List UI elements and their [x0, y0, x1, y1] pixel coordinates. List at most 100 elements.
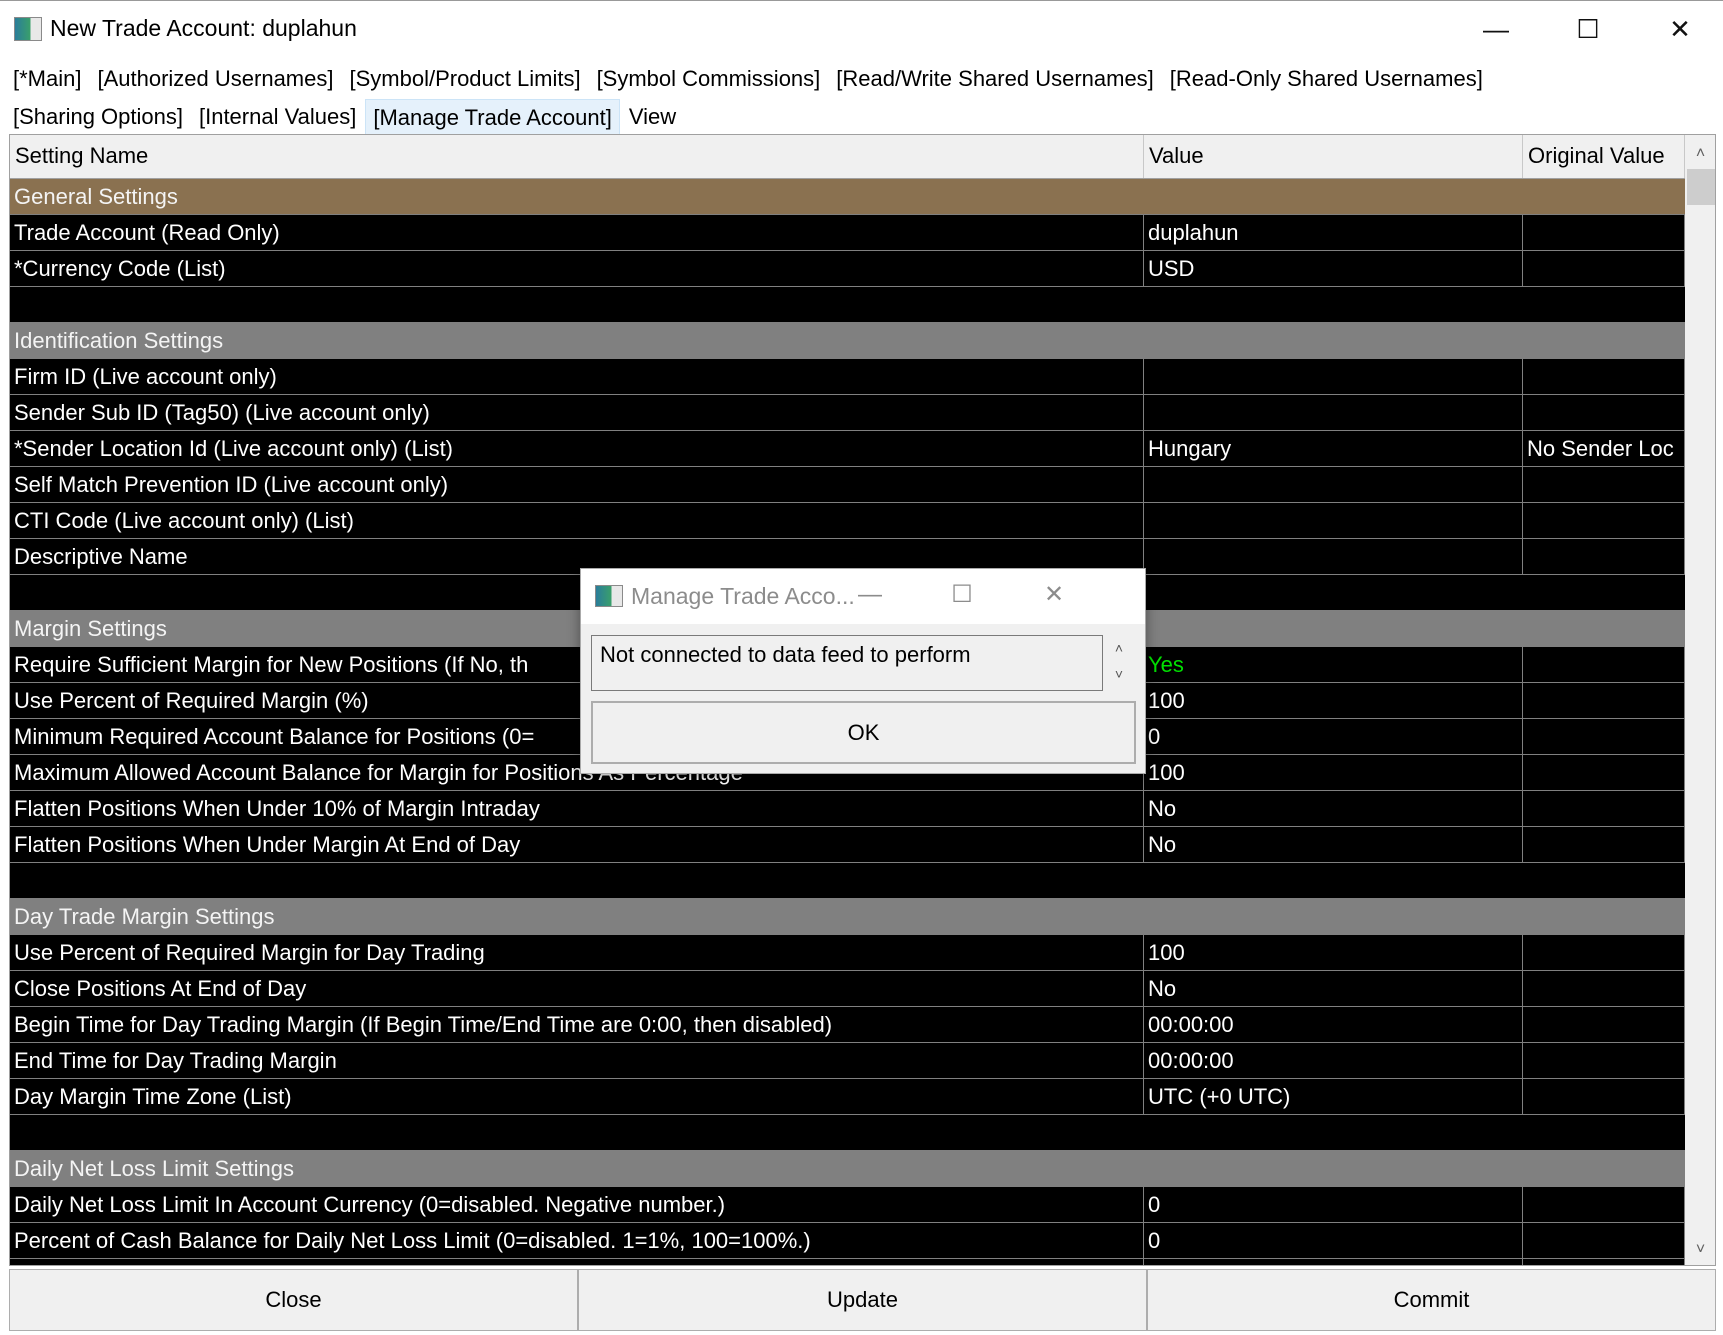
value-cell[interactable]: Hungary [1144, 431, 1523, 466]
original-value-cell [1523, 395, 1685, 430]
section-header[interactable]: Daily Net Loss Limit Settings [10, 1151, 1685, 1187]
value-cell[interactable]: 00:00:00 [1144, 1043, 1523, 1078]
blank-row [10, 287, 1685, 323]
blank-row [10, 863, 1685, 899]
column-header-original-value[interactable]: Original Value [1523, 135, 1685, 178]
setting-name-cell: Firm ID (Live account only) [10, 359, 1144, 394]
column-header-setting-name[interactable]: Setting Name [10, 135, 1144, 178]
value-cell[interactable]: No [1144, 791, 1523, 826]
value-cell[interactable]: 00:00:00 [1144, 1007, 1523, 1042]
dialog-minimize-button[interactable]: — [845, 577, 895, 613]
value-cell[interactable]: USD [1144, 251, 1523, 286]
table-row[interactable]: Trade Account (Read Only) duplahun [10, 215, 1685, 251]
value-cell[interactable]: No [1144, 827, 1523, 862]
dialog-title-bar: Manage Trade Acco... — ☐ ✕ [581, 569, 1145, 624]
setting-name-cell: Sender Sub ID (Tag50) (Live account only… [10, 395, 1144, 430]
dialog-close-button[interactable]: ✕ [1029, 577, 1079, 613]
blank-row [10, 1115, 1685, 1151]
tab-main[interactable]: [*Main] [6, 61, 88, 97]
commit-button[interactable]: Commit [1147, 1269, 1716, 1331]
grid-header: Setting Name Value Original Value [10, 135, 1685, 179]
original-value-cell [1523, 1007, 1685, 1042]
tab-row-2: [Sharing Options] [Internal Values] [Manag… [6, 98, 1706, 136]
original-value-cell [1523, 971, 1685, 1006]
value-cell[interactable]: duplahun [1144, 215, 1523, 250]
scroll-down-icon[interactable]: ˅ [1685, 1235, 1715, 1265]
value-cell[interactable]: 0 [1144, 1187, 1523, 1222]
value-cell[interactable]: 100 [1144, 683, 1523, 718]
tab-authorized-usernames[interactable]: [Authorized Usernames] [90, 61, 340, 97]
tab-view[interactable]: View [622, 99, 683, 135]
setting-name-cell: Daily Net Loss Limit In Account Currency… [10, 1187, 1144, 1222]
column-header-value[interactable]: Value [1144, 135, 1523, 178]
scroll-thumb[interactable] [1687, 169, 1715, 205]
ok-button[interactable]: OK [591, 701, 1136, 764]
value-cell[interactable] [1144, 467, 1523, 502]
dialog-maximize-button[interactable]: ☐ [937, 577, 987, 613]
value-cell[interactable]: UTC (+0 UTC) [1144, 1079, 1523, 1114]
table-row[interactable]: Flatten Positions When Under 10% of Marg… [10, 791, 1685, 827]
minimize-button[interactable]: — [1466, 9, 1526, 49]
maximize-button[interactable]: ☐ [1558, 9, 1618, 49]
value-cell[interactable]: 0 [1144, 719, 1523, 754]
vertical-scrollbar[interactable]: ˄ ˅ [1685, 135, 1715, 1265]
table-row[interactable] [10, 1259, 1685, 1265]
table-row[interactable]: CTI Code (Live account only) (List) [10, 503, 1685, 539]
table-row[interactable]: Flatten Positions When Under Margin At E… [10, 827, 1685, 863]
chevron-up-icon[interactable]: ˄ [1109, 635, 1129, 661]
update-button[interactable]: Update [578, 1269, 1147, 1331]
table-row[interactable]: *Currency Code (List) USD [10, 251, 1685, 287]
value-cell[interactable] [1144, 359, 1523, 394]
original-value-cell [1523, 215, 1685, 250]
blank-cell [10, 287, 1685, 322]
original-value-cell [1523, 539, 1685, 574]
setting-name-cell: Flatten Positions When Under Margin At E… [10, 827, 1144, 862]
table-row[interactable]: Use Percent of Required Margin for Day T… [10, 935, 1685, 971]
tab-sharing-options[interactable]: [Sharing Options] [6, 99, 190, 135]
value-cell[interactable] [1144, 503, 1523, 538]
value-cell[interactable] [1144, 1259, 1523, 1265]
table-row[interactable]: Day Margin Time Zone (List) UTC (+0 UTC) [10, 1079, 1685, 1115]
original-value-cell [1523, 647, 1685, 682]
tab-read-write-shared-usernames[interactable]: [Read/Write Shared Usernames] [829, 61, 1161, 97]
value-cell[interactable] [1144, 539, 1523, 574]
original-value-cell [1523, 719, 1685, 754]
table-row[interactable]: Begin Time for Day Trading Margin (If Be… [10, 1007, 1685, 1043]
table-row[interactable]: Sender Sub ID (Tag50) (Live account only… [10, 395, 1685, 431]
setting-name-cell: *Sender Location Id (Live account only) … [10, 431, 1144, 466]
close-button[interactable]: Close [9, 1269, 578, 1331]
tab-symbol-product-limits[interactable]: [Symbol/Product Limits] [342, 61, 587, 97]
table-row[interactable]: *Sender Location Id (Live account only) … [10, 431, 1685, 467]
table-row[interactable]: Close Positions At End of Day No [10, 971, 1685, 1007]
message-scroll[interactable]: ˄ ˅ [1109, 635, 1129, 687]
section-header[interactable]: General Settings [10, 179, 1685, 215]
tab-symbol-commissions[interactable]: [Symbol Commissions] [590, 61, 828, 97]
value-cell[interactable]: No [1144, 971, 1523, 1006]
value-cell[interactable]: 100 [1144, 935, 1523, 970]
scroll-up-icon[interactable]: ˄ [1685, 139, 1715, 169]
value-cell[interactable] [1144, 395, 1523, 430]
chevron-down-icon[interactable]: ˅ [1109, 661, 1129, 687]
original-value-cell [1523, 935, 1685, 970]
setting-name-cell: Use Percent of Required Margin for Day T… [10, 935, 1144, 970]
tab-read-only-shared-usernames[interactable]: [Read-Only Shared Usernames] [1163, 61, 1490, 97]
button-bar: Close Update Commit [9, 1269, 1716, 1331]
manage-trade-account-dialog: Manage Trade Acco... — ☐ ✕ Not connected… [580, 568, 1146, 774]
table-row[interactable]: Firm ID (Live account only) [10, 359, 1685, 395]
table-row[interactable]: End Time for Day Trading Margin 00:00:00 [10, 1043, 1685, 1079]
section-header[interactable]: Identification Settings [10, 323, 1685, 359]
value-cell[interactable]: Yes [1144, 647, 1523, 682]
setting-name-cell: *Currency Code (List) [10, 251, 1144, 286]
section-header[interactable]: Day Trade Margin Settings [10, 899, 1685, 935]
value-cell[interactable]: 100 [1144, 755, 1523, 790]
tab-internal-values[interactable]: [Internal Values] [192, 99, 363, 135]
message-text: Not connected to data feed to perform [591, 635, 1103, 691]
close-window-button[interactable]: ✕ [1650, 9, 1710, 49]
original-value-cell [1523, 503, 1685, 538]
original-value-cell [1523, 1259, 1685, 1265]
tab-manage-trade-account[interactable]: [Manage Trade Account] [365, 99, 620, 135]
table-row[interactable]: Daily Net Loss Limit In Account Currency… [10, 1187, 1685, 1223]
table-row[interactable]: Self Match Prevention ID (Live account o… [10, 467, 1685, 503]
table-row[interactable]: Percent of Cash Balance for Daily Net Lo… [10, 1223, 1685, 1259]
value-cell[interactable]: 0 [1144, 1223, 1523, 1258]
